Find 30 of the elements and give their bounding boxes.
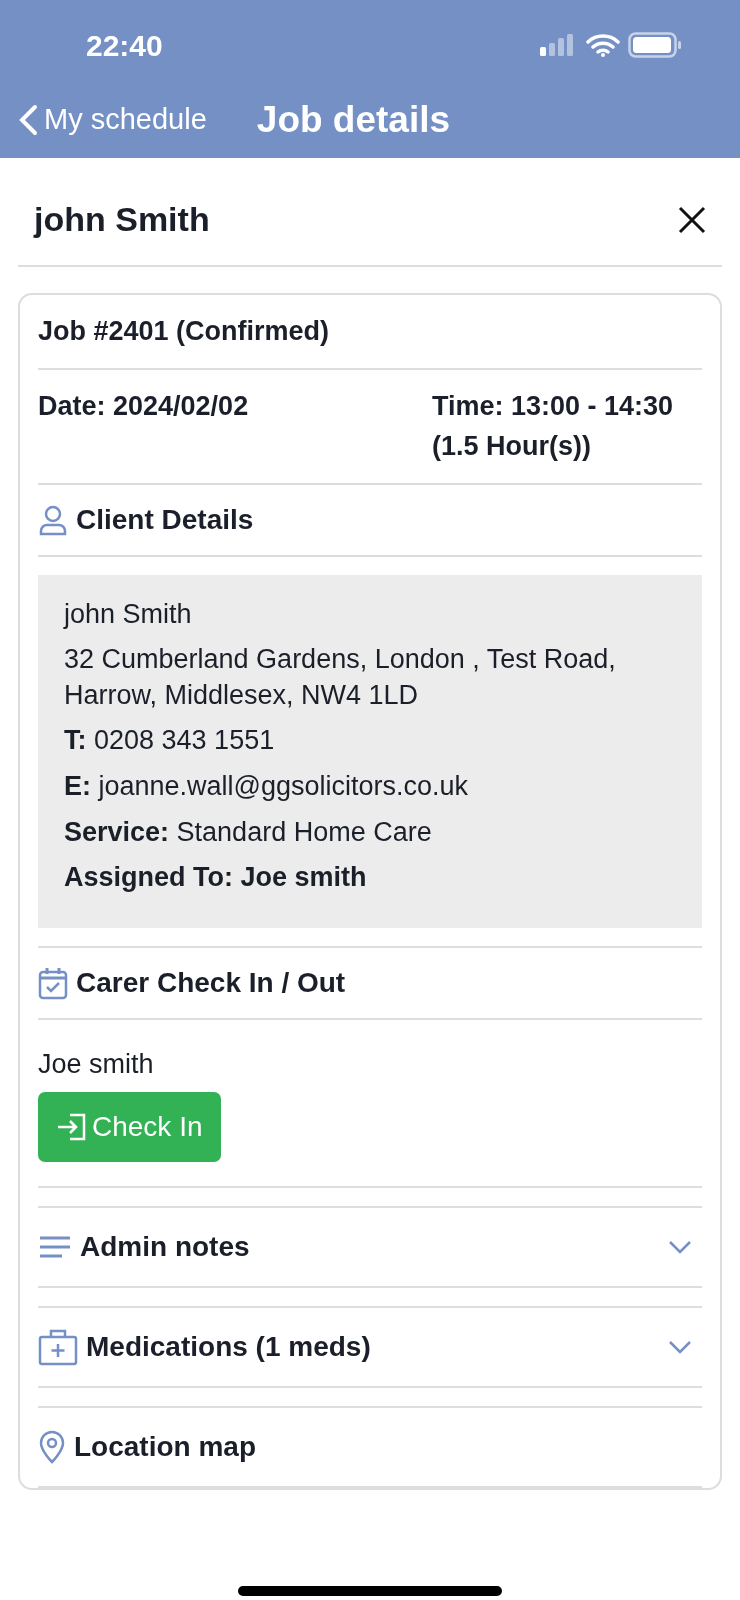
medical-case-icon [38, 1328, 78, 1367]
section-toggle[interactable]: Medications (1 meds) [86, 1326, 371, 1369]
job-date: Date: 2024/02/02 [38, 389, 249, 423]
person-icon [38, 503, 68, 536]
client-detail-line: E: joanne.wall@ggsolicitors.co.uk [64, 770, 470, 803]
client-detail-line: Assigned To: Joe smith [64, 861, 368, 895]
map-pin-icon [38, 1430, 66, 1465]
client-name-title: john Smith [34, 199, 210, 240]
close-icon[interactable] [678, 205, 706, 234]
job-time: Time: 13:00 - 14:30 (1.5 Hour(s)) [432, 389, 675, 463]
client-detail-line: Service: Standard Home Care [64, 815, 433, 849]
client-detail-line: john Smith [64, 597, 193, 631]
section-title: Carer Check In / Out [76, 965, 346, 1000]
client-detail-line: T: 0208 343 1551 [64, 724, 276, 758]
section-toggle[interactable]: Admin notes [80, 1226, 250, 1269]
page-title: Job details [256, 98, 451, 143]
job-heading: Job #2401 (Confirmed) [38, 315, 331, 348]
client-detail-line: 32 Cumberland Gardens, London , Test Road, Harrow, Middlesex, NW4 1LD [64, 643, 617, 712]
battery-icon [628, 32, 682, 58]
clock-time: 22:40 [86, 27, 163, 64]
section-toggle[interactable]: Location map [74, 1426, 256, 1469]
wifi-icon [586, 33, 620, 57]
sign-in-icon [56, 1112, 88, 1143]
chevron-icon[interactable] [668, 1240, 692, 1255]
calendar-check-icon [38, 965, 68, 1000]
back-chevron-icon [18, 104, 38, 136]
chevron-icon[interactable] [668, 1340, 692, 1355]
carer-name: Joe smith [38, 1047, 155, 1081]
lines-icon [38, 1235, 72, 1260]
section-title: Client Details [76, 502, 254, 537]
